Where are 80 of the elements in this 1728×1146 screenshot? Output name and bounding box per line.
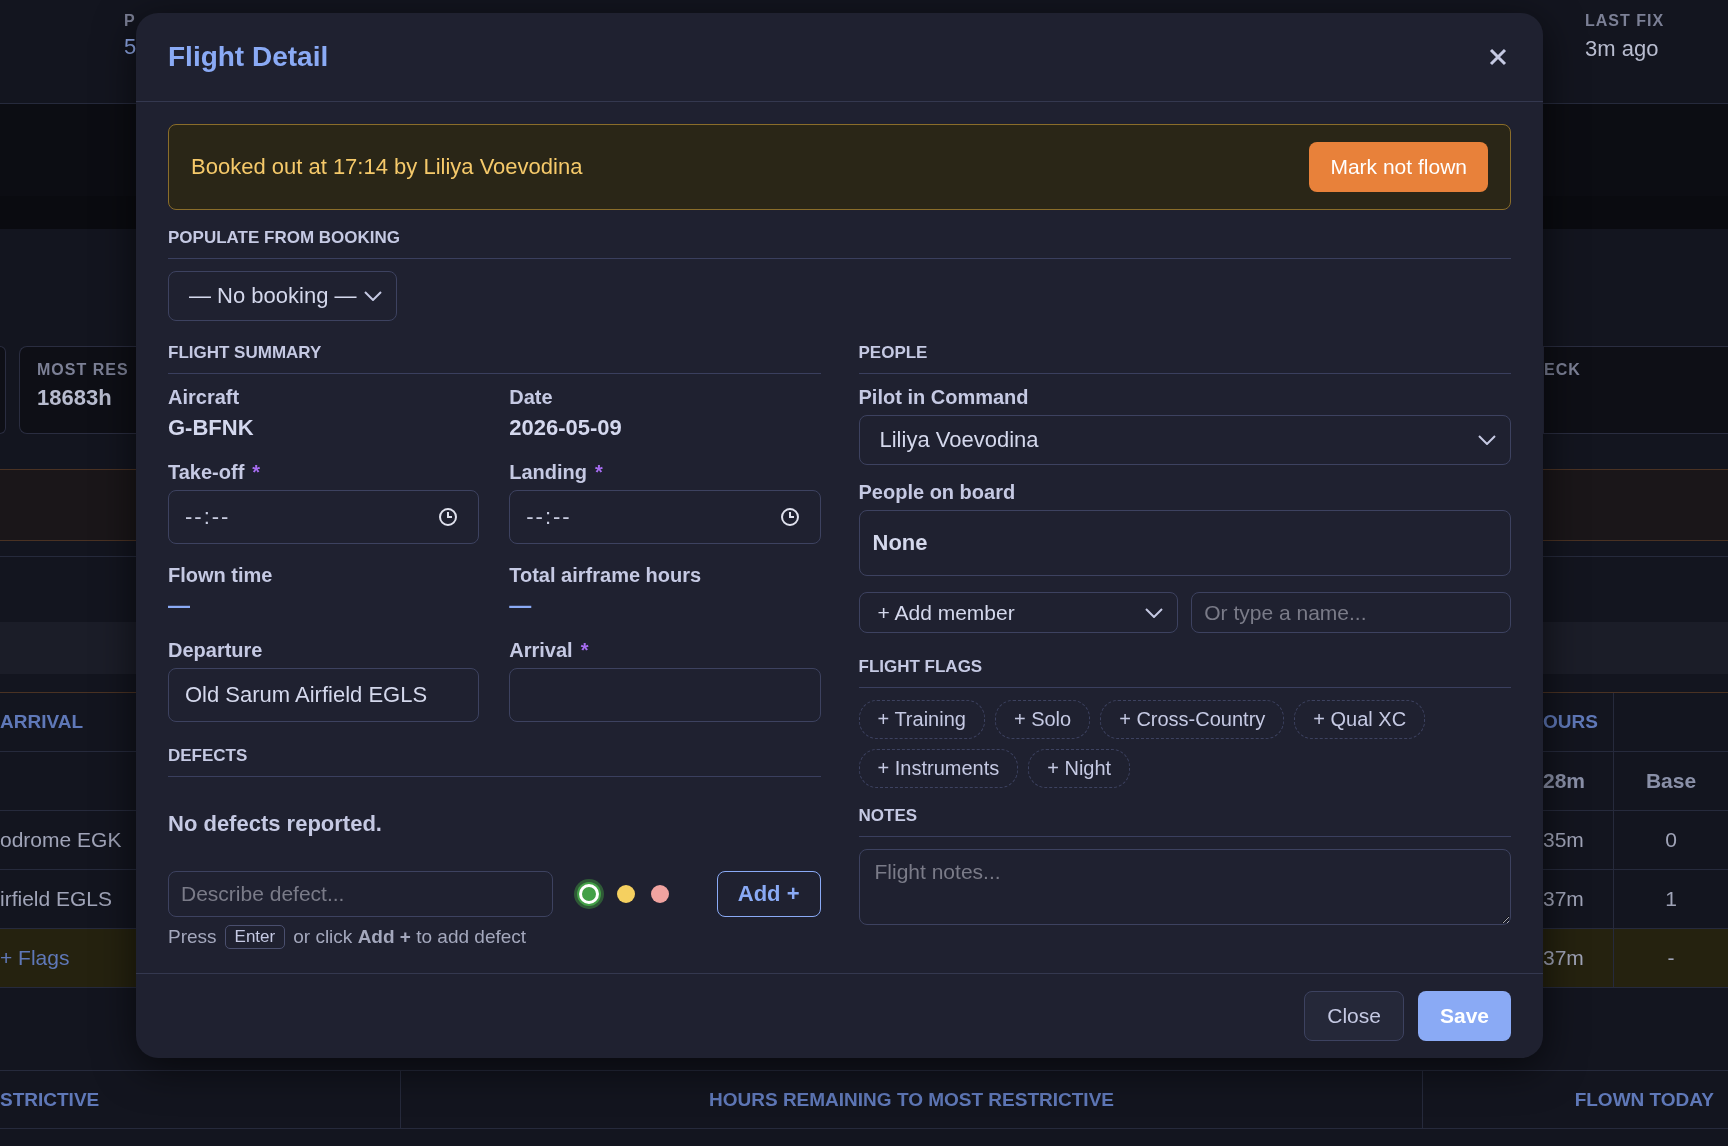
banner-text: Booked out at 17:14 by Liliya Voevodina <box>191 154 583 180</box>
table-cell: odrome EGK <box>0 828 122 852</box>
field-label: Aircraft <box>168 386 240 409</box>
table-cell: 0 <box>1665 828 1677 852</box>
flags-link[interactable]: + Flags <box>0 946 70 970</box>
section-heading: PEOPLE <box>858 343 1511 374</box>
hint-text: or click Add + to add defect <box>293 926 527 948</box>
stat-value: 3m ago <box>1585 36 1660 62</box>
flag-chip[interactable]: + Solo <box>994 700 1091 739</box>
booking-select[interactable]: — No booking — <box>168 271 397 321</box>
stat-value: 5 <box>124 34 136 60</box>
field-label: Pilot in Command <box>858 386 1030 409</box>
key-cap: Enter <box>224 925 286 949</box>
dialog-title: Flight Detail <box>168 41 329 73</box>
column-header: FLOWN TODAY <box>1574 1088 1714 1111</box>
hint-text: Press <box>168 926 217 948</box>
severity-dot[interactable] <box>617 885 635 903</box>
add-button[interactable]: Add + <box>716 871 821 917</box>
table-cell: 37m <box>1543 887 1584 911</box>
clock-icon <box>779 507 800 527</box>
field-label: Departure <box>168 639 263 662</box>
name-input[interactable]: Or type a name... <box>1191 592 1511 633</box>
close-icon <box>1489 48 1507 66</box>
field-label: Arrival <box>509 639 573 662</box>
table-cell: - <box>1667 946 1675 970</box>
table-cell: 1 <box>1665 887 1677 911</box>
people-on-board-box: None <box>858 510 1511 576</box>
stat-label: LAST FIX <box>1585 12 1666 30</box>
chevron-down-icon <box>1145 607 1164 618</box>
pilot-select[interactable]: Liliya Voevodina <box>858 415 1511 465</box>
field-value: G-BFNK <box>168 415 255 441</box>
column-header: STRICTIVE <box>0 1088 100 1111</box>
stat-label: ECK <box>1544 361 1581 378</box>
field-label: Date <box>509 386 553 409</box>
text-field[interactable] <box>509 668 821 722</box>
field-label: People on board <box>858 481 1017 504</box>
severity-dot[interactable] <box>577 882 601 906</box>
required-mark: * <box>595 461 603 484</box>
flag-chip[interactable]: + Training <box>858 700 985 739</box>
field-label: Total airframe hours <box>509 564 702 587</box>
severity-dot[interactable] <box>651 885 669 903</box>
empty-value: — <box>168 593 191 619</box>
table-cell: 28m <box>1543 769 1586 793</box>
table-cell: 37m <box>1543 946 1584 970</box>
empty-message: No defects reported. <box>168 811 383 837</box>
clock-icon <box>438 507 459 527</box>
required-mark: * <box>580 639 589 662</box>
flag-chip[interactable]: + Instruments <box>858 749 1019 788</box>
time-field[interactable]: --:-- <box>168 490 480 544</box>
table-cell: 35m <box>1543 828 1584 852</box>
chevron-down-icon <box>364 291 382 301</box>
column-header: ARRIVAL <box>0 711 84 733</box>
column-header: HOURS REMAINING TO MOST RESTRICTIVE <box>709 1088 1114 1111</box>
empty-value: — <box>509 593 533 619</box>
add-member-select[interactable]: + Add member <box>858 592 1179 633</box>
stat-label: P <box>124 12 136 30</box>
field-label: Flown time <box>168 564 273 587</box>
field-value: 2026-05-09 <box>509 415 623 441</box>
flag-chip[interactable]: + Cross-Country <box>1100 700 1285 739</box>
column-header: OURS <box>1543 711 1598 733</box>
chevron-down-icon <box>1478 435 1496 445</box>
table-cell: irfield EGLS <box>0 887 113 911</box>
flag-chip[interactable]: + Night <box>1028 749 1131 788</box>
close-button[interactable]: Close <box>1304 991 1404 1041</box>
time-field[interactable]: --:-- <box>509 490 821 544</box>
section-heading: DEFECTS <box>168 746 821 777</box>
section-heading: NOTES <box>858 806 1511 837</box>
notes-field[interactable]: Flight notes... <box>858 849 1511 925</box>
section-heading: FLIGHT SUMMARY <box>168 343 821 374</box>
required-mark: * <box>252 461 261 484</box>
field-label: Take-off <box>168 461 245 484</box>
text-field[interactable]: Old Sarum Airfield EGLS <box>168 668 480 722</box>
flag-chip[interactable]: + Qual XC <box>1294 700 1426 739</box>
stat-value: 18683h <box>37 385 113 411</box>
stat-label: MOST RES <box>37 361 130 379</box>
field-label: Landing <box>509 461 587 484</box>
section-heading: FLIGHT FLAGS <box>858 657 1511 688</box>
defect-input[interactable]: Describe defect... <box>168 871 553 917</box>
section-heading: POPULATE FROM BOOKING <box>168 228 1511 259</box>
table-cell: Base <box>1645 769 1697 793</box>
